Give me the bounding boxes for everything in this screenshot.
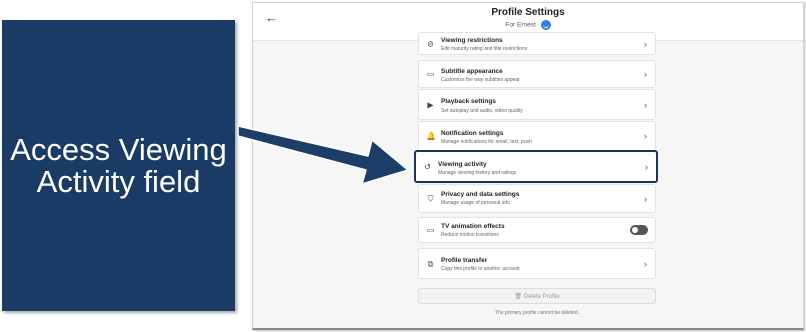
chevron-right-icon: › bbox=[644, 69, 647, 79]
setting-description: Copy this profile to another account bbox=[441, 266, 520, 272]
profile-subtitle: For Ernest bbox=[253, 20, 803, 30]
setting-viewing-restrictions[interactable]: ⊘ Viewing restrictions Edit maturity rat… bbox=[418, 32, 656, 55]
setting-notification-settings[interactable]: 🔔 Notification settings Manage notificat… bbox=[418, 121, 656, 151]
setting-subtitle-appearance[interactable]: ▭ Subtitle appearance Customize the way … bbox=[418, 60, 656, 88]
footer-note: The primary profile cannot be deleted. bbox=[494, 310, 580, 316]
trash-icon: 🗑 bbox=[514, 294, 522, 300]
shield-icon: ⛉ bbox=[427, 194, 434, 203]
history-icon: ↺ bbox=[424, 162, 431, 171]
chevron-right-icon: › bbox=[644, 38, 647, 49]
chevron-right-icon: › bbox=[644, 131, 647, 141]
callout-box: Access Viewing Activity field bbox=[2, 20, 235, 311]
subtitles-icon: ▭ bbox=[426, 69, 435, 79]
setting-privacy-data[interactable]: ⛉ Privacy and data settings Manage usage… bbox=[418, 184, 656, 213]
setting-tv-animation: ▭ TV animation effects Reduce motion tra… bbox=[418, 217, 656, 243]
setting-description: Reduce motion transitions bbox=[441, 232, 499, 238]
delete-profile-label: Delete Profile bbox=[523, 294, 560, 300]
setting-title: Playback settings bbox=[441, 98, 496, 105]
setting-description: Manage notifications for email, text, pu… bbox=[441, 139, 532, 145]
tv-animation-toggle[interactable] bbox=[630, 225, 648, 235]
setting-profile-transfer[interactable]: ⧉ Profile transfer Copy this profile to … bbox=[418, 248, 656, 279]
chevron-right-icon: › bbox=[644, 99, 647, 110]
restriction-icon: ⊘ bbox=[427, 39, 434, 48]
setting-description: Set autoplay and audio, video quality bbox=[441, 108, 523, 114]
callout-text: Access Viewing Activity field bbox=[10, 131, 227, 199]
profile-name: For Ernest bbox=[505, 21, 536, 29]
chevron-right-icon: › bbox=[645, 161, 648, 172]
profile-settings-window: ← Profile Settings For Ernest ⊘ Viewing … bbox=[252, 2, 804, 330]
play-icon: ▶ bbox=[427, 100, 434, 109]
avatar[interactable] bbox=[540, 20, 551, 30]
setting-playback-settings[interactable]: ▶ Playback settings Set autoplay and aud… bbox=[418, 89, 656, 120]
setting-viewing-activity[interactable]: ↺ Viewing activity Manage viewing histor… bbox=[414, 150, 658, 183]
copy-icon: ⧉ bbox=[427, 259, 434, 268]
page-title: Profile Settings bbox=[491, 7, 565, 18]
setting-description: Manage viewing history and ratings bbox=[438, 170, 517, 176]
setting-title: Viewing restrictions bbox=[441, 37, 503, 44]
delete-profile-button[interactable]: 🗑 Delete Profile bbox=[418, 288, 656, 304]
tv-icon: ▭ bbox=[426, 225, 435, 235]
setting-description: Customize the way subtitles appear bbox=[441, 77, 520, 83]
setting-title: Notification settings bbox=[441, 130, 504, 137]
setting-title: Privacy and data settings bbox=[441, 191, 520, 198]
setting-description: Edit maturity rating and title restricti… bbox=[441, 46, 528, 52]
chevron-right-icon: › bbox=[644, 193, 647, 204]
bell-icon: 🔔 bbox=[426, 131, 436, 141]
setting-title: Profile transfer bbox=[441, 257, 488, 264]
setting-description: Manage usage of personal info bbox=[441, 200, 510, 206]
setting-title: Viewing activity bbox=[438, 161, 487, 168]
setting-title: TV animation effects bbox=[441, 223, 505, 230]
chevron-right-icon: › bbox=[644, 258, 647, 269]
setting-title: Subtitle appearance bbox=[441, 68, 503, 75]
